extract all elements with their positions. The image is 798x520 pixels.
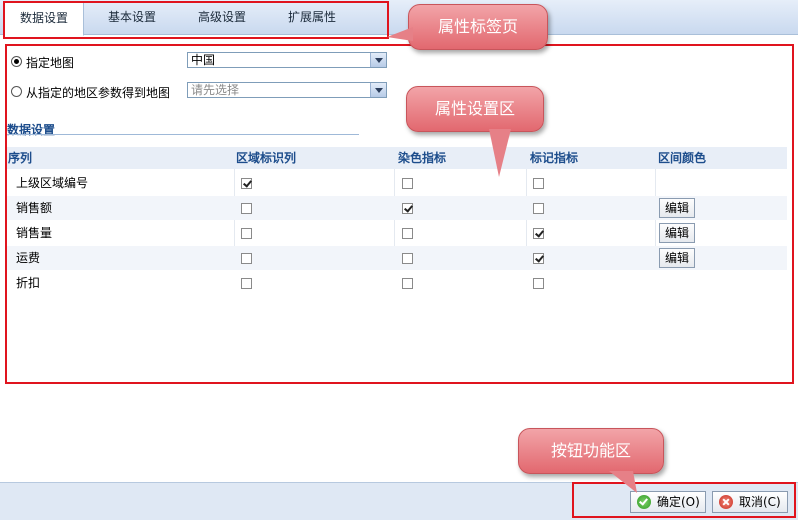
callout-pointer <box>387 27 413 41</box>
edit-range-color-button[interactable]: 编辑 <box>659 248 695 268</box>
column-header-color-index: 染色指标 <box>398 151 447 165</box>
region-id-checkbox[interactable] <box>241 203 252 214</box>
mark-index-checkbox[interactable] <box>533 228 544 239</box>
tabs-callout-text: 属性标签页 <box>437 17 518 36</box>
column-header-mark-index: 标记指标 <box>530 151 579 165</box>
buttons-callout-text: 按钮功能区 <box>550 441 631 460</box>
check-circle-icon <box>637 495 651 509</box>
section-divider <box>7 134 359 135</box>
mark-index-checkbox[interactable] <box>533 278 544 289</box>
radio-selected-dot <box>14 59 19 64</box>
region-id-checkbox[interactable] <box>241 253 252 264</box>
from-param-radio[interactable] <box>11 86 22 97</box>
chevron-down-icon[interactable] <box>370 53 386 67</box>
table-row: 销售额 编辑 <box>7 196 787 220</box>
color-index-checkbox[interactable] <box>402 278 413 289</box>
row-series-name: 上级区域编号 <box>16 176 89 190</box>
column-header-region-id: 区域标识列 <box>236 151 297 165</box>
table-row: 运费 编辑 <box>7 246 787 270</box>
data-section-title: 数据设置 <box>7 123 56 137</box>
column-header-range-color: 区间颜色 <box>658 151 707 165</box>
region-id-checkbox[interactable] <box>241 178 252 189</box>
mark-index-checkbox[interactable] <box>533 253 544 264</box>
cancel-button[interactable]: 取消(C) <box>712 491 788 513</box>
cancel-circle-icon <box>719 495 733 509</box>
tab-data-settings[interactable]: 数据设置 <box>4 2 84 36</box>
settings-callout: 属性设置区 <box>406 86 544 177</box>
callout-pointer <box>489 129 511 177</box>
specify-map-radio[interactable] <box>11 56 22 67</box>
ok-button-label: 确定(O) <box>657 495 700 509</box>
color-index-checkbox[interactable] <box>402 253 413 264</box>
tab-advanced-settings[interactable]: 高级设置 <box>180 2 264 34</box>
chevron-down-icon[interactable] <box>370 83 386 97</box>
row-series-name: 折扣 <box>16 276 41 290</box>
row-series-name: 销售量 <box>16 226 53 240</box>
specify-map-label: 指定地图 <box>26 56 75 70</box>
color-index-checkbox[interactable] <box>402 203 413 214</box>
map-select-value: 中国 <box>191 53 216 67</box>
color-index-checkbox[interactable] <box>402 178 413 189</box>
mark-index-checkbox[interactable] <box>533 178 544 189</box>
tabs-callout: 属性标签页 <box>387 4 548 50</box>
region-id-checkbox[interactable] <box>241 278 252 289</box>
tab-extended-properties[interactable]: 扩展属性 <box>270 2 354 34</box>
callout-pointer <box>609 471 637 493</box>
table-row: 折扣 <box>7 271 787 295</box>
color-index-checkbox[interactable] <box>402 228 413 239</box>
row-series-name: 运费 <box>16 251 41 265</box>
region-param-select[interactable]: 请先选择 <box>187 82 387 98</box>
settings-callout-text: 属性设置区 <box>434 99 515 118</box>
mark-index-checkbox[interactable] <box>533 203 544 214</box>
buttons-callout: 按钮功能区 <box>518 428 664 493</box>
edit-range-color-button[interactable]: 编辑 <box>659 223 695 243</box>
cancel-button-label: 取消(C) <box>739 495 781 509</box>
map-select[interactable]: 中国 <box>187 52 387 68</box>
table-row: 销售量 编辑 <box>7 221 787 245</box>
region-id-checkbox[interactable] <box>241 228 252 239</box>
tab-basic-settings[interactable]: 基本设置 <box>90 2 174 34</box>
edit-range-color-button[interactable]: 编辑 <box>659 198 695 218</box>
from-param-label: 从指定的地区参数得到地图 <box>26 86 171 100</box>
row-series-name: 销售额 <box>16 201 53 215</box>
ok-button[interactable]: 确定(O) <box>630 491 706 513</box>
region-param-placeholder: 请先选择 <box>191 83 240 97</box>
table-row: 上级区域编号 <box>7 171 787 195</box>
column-header-series: 序列 <box>8 151 33 165</box>
